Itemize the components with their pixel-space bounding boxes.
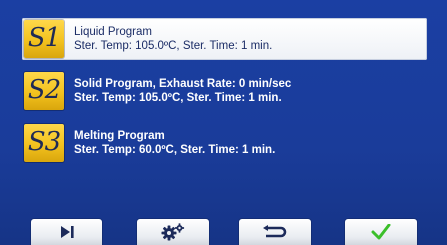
program-text: Liquid Program Ster. Temp: 105.0ºC, Ster… xyxy=(74,25,272,53)
program-title: Liquid Program xyxy=(74,26,152,38)
program-title: Solid Program, Exhaust Rate: 0 min/sec xyxy=(74,78,292,90)
program-selection-screen: S1 Liquid Program Ster. Temp: 105.0ºC, S… xyxy=(0,0,447,245)
program-text: Melting Program Ster. Temp: 60.0ºC, Ster… xyxy=(74,129,275,157)
slot-badge-s3: S3 xyxy=(24,124,64,162)
slot-badge-s2: S2 xyxy=(24,72,64,110)
program-text: Solid Program, Exhaust Rate: 0 min/sec S… xyxy=(74,77,291,105)
program-item-s1[interactable]: S1 Liquid Program Ster. Temp: 105.0ºC, S… xyxy=(22,18,427,60)
slot-label: S1 xyxy=(27,23,61,53)
skip-next-icon xyxy=(60,226,74,238)
program-item-s2[interactable]: S2 Solid Program, Exhaust Rate: 0 min/se… xyxy=(22,70,427,112)
program-detail: Ster. Temp: 105.0ºC, Ster. Time: 1 min. xyxy=(74,40,273,52)
program-detail: Ster. Temp: 60.0ºC, Ster. Time: 1 min. xyxy=(74,144,276,156)
slot-label: S3 xyxy=(27,127,61,157)
confirm-button[interactable] xyxy=(345,219,417,245)
next-button[interactable] xyxy=(31,219,102,245)
program-detail: Ster. Temp: 105.0ºC, Ster. Time: 1 min. xyxy=(74,92,282,104)
gears-icon xyxy=(161,223,185,241)
program-list: S1 Liquid Program Ster. Temp: 105.0ºC, S… xyxy=(22,18,427,164)
slot-badge-s1: S1 xyxy=(24,20,64,58)
bottom-toolbar xyxy=(0,219,447,245)
settings-button[interactable] xyxy=(137,219,209,245)
slot-label: S2 xyxy=(27,75,61,105)
checkmark-icon xyxy=(371,224,391,240)
program-title: Melting Program xyxy=(74,130,165,142)
return-button[interactable] xyxy=(239,219,311,245)
return-icon xyxy=(263,225,287,238)
program-item-s3[interactable]: S3 Melting Program Ster. Temp: 60.0ºC, S… xyxy=(22,122,427,164)
